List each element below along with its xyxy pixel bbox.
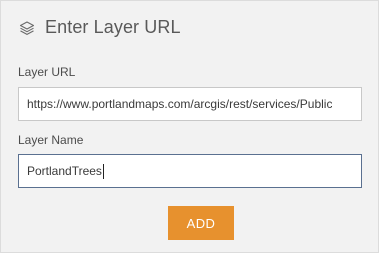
layer-url-value: https://www.portlandmaps.com/arcgis/rest… [27, 97, 333, 111]
layer-name-input[interactable]: PortlandTrees [18, 154, 362, 188]
layer-url-input[interactable]: https://www.portlandmaps.com/arcgis/rest… [18, 87, 362, 121]
layers-icon [18, 19, 36, 37]
add-layer-url-panel: Enter Layer URL Layer URL https://www.po… [0, 0, 379, 253]
panel-header: Enter Layer URL [18, 17, 181, 38]
layer-url-label: Layer URL [18, 65, 76, 79]
panel-title: Enter Layer URL [45, 17, 181, 37]
text-cursor [102, 163, 104, 179]
layer-name-value: PortlandTrees [27, 164, 102, 178]
layer-name-label: Layer Name [18, 133, 84, 147]
add-button[interactable]: ADD [168, 206, 234, 240]
